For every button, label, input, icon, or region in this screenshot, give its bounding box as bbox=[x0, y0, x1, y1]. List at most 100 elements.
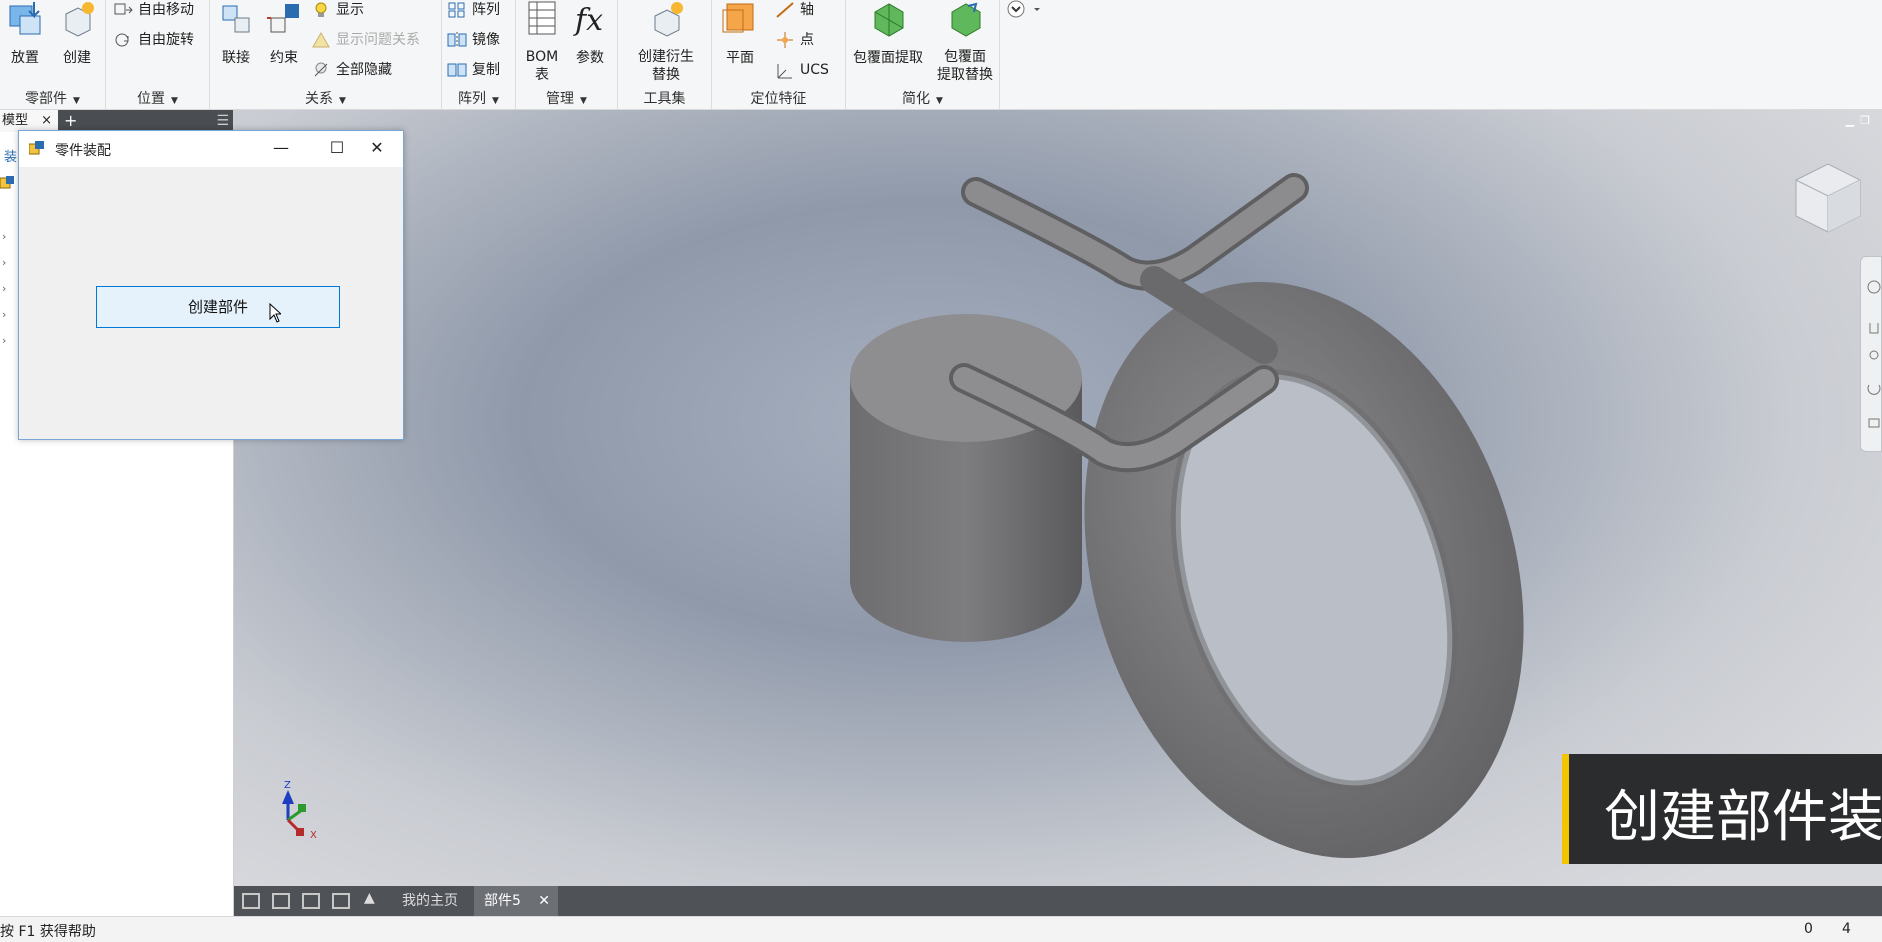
panel-label-components[interactable]: 零部件 ▼ bbox=[0, 88, 105, 108]
app-icon bbox=[28, 141, 45, 155]
tree-expand-icon[interactable]: › bbox=[2, 334, 6, 347]
panel-label-relationships[interactable]: 关系 ▼ bbox=[210, 88, 441, 108]
graphics-viewport[interactable]: Z X ▁❐ 创建部件装配零 bbox=[234, 110, 1882, 886]
document-tabbar: ▲ 我的主页 部件5 ✕ bbox=[234, 886, 1882, 916]
tree-expand-icon[interactable]: › bbox=[2, 256, 6, 269]
tree-root-label[interactable]: 装 bbox=[4, 146, 17, 165]
move-icon bbox=[112, 0, 134, 20]
chevron-down-icon bbox=[1007, 0, 1040, 18]
pan-icon bbox=[1869, 323, 1879, 334]
hide-icon bbox=[310, 60, 332, 80]
point-button[interactable]: 点 bbox=[774, 28, 814, 52]
menu-icon[interactable]: ☰ bbox=[216, 110, 229, 132]
svg-text:Z: Z bbox=[284, 780, 291, 791]
part-assembly-dialog: 零件装配 — ☐ ✕ 创建部件 bbox=[18, 130, 404, 440]
panel-label-position[interactable]: 位置 ▼ bbox=[106, 88, 209, 108]
svg-text:X: X bbox=[310, 830, 317, 841]
add-tab-icon[interactable]: + bbox=[64, 110, 77, 132]
minimize-icon[interactable]: ▁ bbox=[1846, 114, 1860, 127]
shrinkwrap-substitute-icon bbox=[946, 0, 984, 40]
status-count-1: 0 bbox=[1804, 921, 1813, 937]
caption-text: 创建部件装配零 bbox=[1604, 785, 1882, 850]
tab-model[interactable]: 模型 × bbox=[0, 110, 58, 132]
viewport-window-controls[interactable]: ▁❐ bbox=[1846, 114, 1876, 127]
plane-button[interactable]: 平面 bbox=[718, 0, 762, 68]
cascade-windows-icon[interactable] bbox=[242, 893, 260, 909]
mirror-icon bbox=[446, 30, 468, 50]
mirror-button[interactable]: 镜像 bbox=[446, 28, 500, 52]
torus-part[interactable] bbox=[1013, 225, 1595, 886]
orbit-icon bbox=[1867, 384, 1881, 395]
panel-label-pattern[interactable]: 阵列 ▼ bbox=[442, 88, 515, 108]
status-bar: 按 F1 获得帮助 0 4 bbox=[0, 916, 1882, 942]
constrain-icon bbox=[265, 0, 303, 40]
hide-all-button[interactable]: 全部隐藏 bbox=[310, 58, 392, 82]
viewcube[interactable] bbox=[1790, 158, 1864, 236]
derive-substitute-button[interactable]: 创建衍生 替换 bbox=[624, 0, 708, 84]
tile-windows-icon[interactable] bbox=[272, 893, 290, 909]
derive-icon bbox=[647, 0, 685, 40]
caption-accent-bar bbox=[1562, 754, 1569, 864]
panel-label-manage[interactable]: 管理 ▼ bbox=[516, 88, 617, 108]
show-problem-button[interactable]: 显示问题关系 bbox=[310, 28, 420, 52]
minimize-button[interactable]: — bbox=[253, 131, 309, 167]
free-move-button[interactable]: 自由移动 bbox=[112, 0, 194, 22]
view-face-icon bbox=[1868, 418, 1880, 428]
restore-icon[interactable]: ❐ bbox=[1860, 114, 1876, 127]
copy-button[interactable]: 复制 bbox=[446, 58, 500, 82]
close-icon[interactable]: ✕ bbox=[538, 886, 550, 916]
panel-tools: 创建衍生 替换 工具集 bbox=[618, 0, 712, 110]
axis-icon bbox=[774, 0, 796, 20]
pattern-icon bbox=[446, 0, 468, 20]
shrinkwrap-icon bbox=[869, 0, 907, 40]
copy-icon bbox=[446, 60, 468, 80]
create-part-button[interactable]: 创建部件 bbox=[96, 286, 340, 328]
show-button[interactable]: 显示 bbox=[310, 0, 364, 22]
dialog-titlebar[interactable]: 零件装配 — ☐ ✕ bbox=[19, 131, 403, 167]
ucs-icon bbox=[774, 60, 796, 80]
tab-my-home[interactable]: 我的主页 bbox=[390, 886, 470, 916]
tree-expand-icon[interactable]: › bbox=[2, 282, 6, 295]
tab-document-assembly5[interactable]: 部件5 ✕ bbox=[474, 886, 558, 916]
create-button[interactable]: 创建 bbox=[54, 0, 100, 68]
place-button[interactable]: 放置 bbox=[2, 0, 48, 68]
video-caption-overlay: 创建部件装配零 bbox=[1562, 754, 1882, 864]
bulb-icon bbox=[310, 0, 332, 20]
close-button[interactable]: ✕ bbox=[349, 131, 405, 167]
dropdown-caret-icon: ▼ bbox=[171, 96, 178, 106]
bom-table-icon bbox=[523, 0, 561, 40]
params-button[interactable]: fx 参数 bbox=[568, 0, 612, 68]
place-label: 放置 bbox=[11, 50, 39, 66]
panel-manage: BOM 表 fx 参数 管理 ▼ bbox=[516, 0, 618, 110]
rotate-icon bbox=[112, 30, 134, 50]
steering-wheel-icon bbox=[1867, 280, 1881, 294]
joint-button[interactable]: 联接 bbox=[214, 0, 258, 68]
dialog-title: 零件装配 bbox=[55, 143, 111, 159]
tile-horizontal-icon[interactable] bbox=[302, 893, 320, 909]
bom-button[interactable]: BOM 表 bbox=[520, 0, 564, 84]
tile-vertical-icon[interactable] bbox=[332, 893, 350, 909]
ribbon-overflow-button[interactable] bbox=[1004, 0, 1044, 20]
panel-label-simplify[interactable]: 简化 ▼ bbox=[846, 88, 999, 108]
shrinkwrap-button[interactable]: 包覆面提取 bbox=[848, 0, 928, 68]
tree-expand-icon[interactable]: › bbox=[2, 308, 6, 321]
up-arrow-icon[interactable]: ▲ bbox=[364, 890, 375, 906]
place-icon bbox=[6, 0, 44, 40]
ucs-button[interactable]: UCS bbox=[774, 58, 829, 82]
constrain-button[interactable]: 约束 bbox=[262, 0, 306, 68]
mouse-cursor-icon bbox=[269, 302, 283, 323]
dropdown-caret-icon: ▼ bbox=[580, 96, 587, 106]
panel-label-work-features: 定位特征 bbox=[750, 91, 807, 107]
pattern-button[interactable]: 阵列 bbox=[446, 0, 500, 22]
point-icon bbox=[774, 30, 796, 50]
close-icon[interactable]: × bbox=[41, 110, 52, 132]
status-count-2: 4 bbox=[1842, 921, 1851, 937]
warning-icon bbox=[310, 30, 332, 50]
panel-simplify: 包覆面提取 包覆面 提取替换 简化 ▼ bbox=[846, 0, 1000, 110]
axis-button[interactable]: 轴 bbox=[774, 0, 814, 22]
free-rotate-button[interactable]: 自由旋转 bbox=[112, 28, 194, 52]
shrinkwrap-substitute-button[interactable]: 包覆面 提取替换 bbox=[930, 0, 1000, 84]
tree-expand-icon[interactable]: › bbox=[2, 230, 6, 243]
dropdown-caret-icon: ▼ bbox=[339, 96, 346, 106]
navigation-bar[interactable] bbox=[1860, 256, 1882, 452]
